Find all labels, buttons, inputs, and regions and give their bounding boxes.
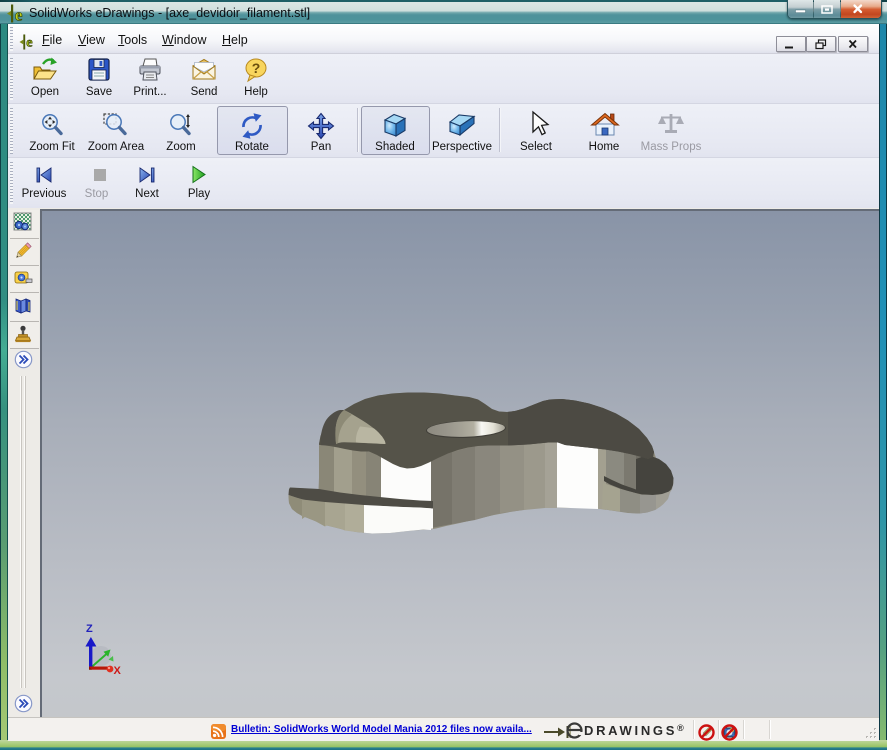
svg-text:X: X: [114, 665, 122, 677]
svg-text:e: e: [15, 6, 23, 24]
svg-text:Z: Z: [86, 623, 93, 635]
svg-text:?: ?: [252, 60, 261, 76]
svg-text:e: e: [26, 35, 32, 50]
